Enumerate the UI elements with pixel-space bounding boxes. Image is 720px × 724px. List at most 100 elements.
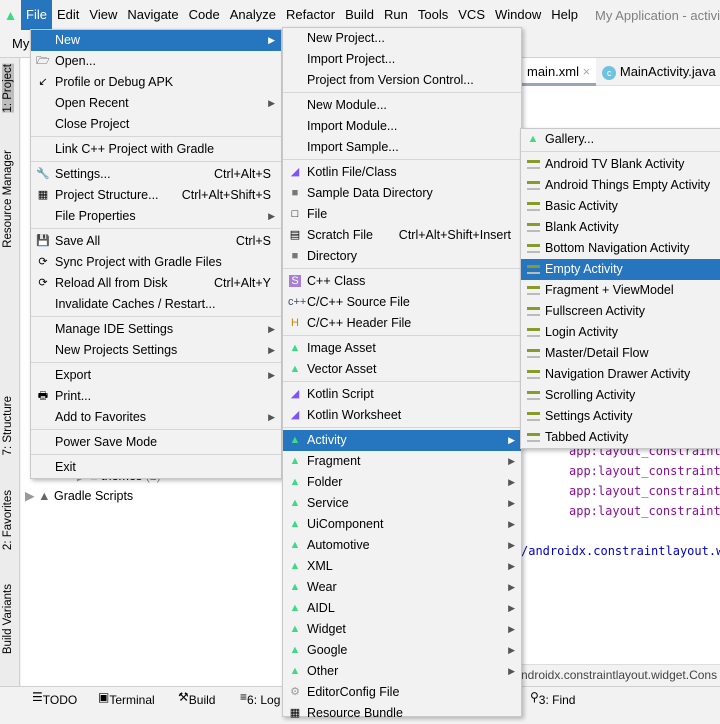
menu-help[interactable]: Help bbox=[546, 0, 583, 30]
tree-item-gradle-scripts[interactable]: ▶ ▲ Gradle Scripts bbox=[25, 488, 133, 503]
new-menu-item-image-asset[interactable]: ▲ Image Asset bbox=[283, 338, 521, 359]
tab-main-activity-java[interactable]: c MainActivity.java bbox=[596, 58, 720, 86]
new-menu-item-project-from-version-control[interactable]: Project from Version Control... bbox=[283, 70, 521, 91]
activity-menu-item-settings-activity[interactable]: Settings Activity bbox=[521, 406, 720, 427]
file-menu-item-link-c-project-with-gradle[interactable]: Link C++ Project with Gradle bbox=[31, 139, 281, 160]
file-menu-item-print[interactable]: 🖶 Print... bbox=[31, 386, 281, 407]
android-icon: ▲ bbox=[289, 581, 301, 593]
menu-view[interactable]: View bbox=[84, 0, 122, 30]
new-menu-item-kotlin-script[interactable]: ◢ Kotlin Script bbox=[283, 384, 521, 405]
menu-tools[interactable]: Tools bbox=[413, 0, 453, 30]
activity-menu-item-empty-activity[interactable]: Empty Activity bbox=[521, 259, 720, 280]
submenu-arrow-icon: ▶ bbox=[508, 561, 515, 571]
activity-menu-item-fragment-viewmodel[interactable]: Fragment + ViewModel bbox=[521, 280, 720, 301]
terminal-button[interactable]: ▣ Terminal bbox=[98, 690, 155, 707]
new-menu-item-vector-asset[interactable]: ▲ Vector Asset bbox=[283, 359, 521, 380]
file-menu-item-profile-or-debug-apk[interactable]: ↙ Profile or Debug APK bbox=[31, 72, 281, 93]
new-menu-item-service[interactable]: ▲ Service ▶ bbox=[283, 493, 521, 514]
activity-menu-item-scrolling-activity[interactable]: Scrolling Activity bbox=[521, 385, 720, 406]
file-menu-item-exit[interactable]: Exit bbox=[31, 457, 281, 478]
new-menu-item-c-c-source-file[interactable]: c++ C/C++ Source File bbox=[283, 292, 521, 313]
new-menu-item-activity[interactable]: ▲ Activity ▶ bbox=[283, 430, 521, 451]
tool-window-project[interactable]: 1: Project bbox=[2, 64, 14, 113]
menu-edit[interactable]: Edit bbox=[52, 0, 84, 30]
menu-refactor[interactable]: Refactor bbox=[281, 0, 340, 30]
new-menu-item-import-module[interactable]: Import Module... bbox=[283, 116, 521, 137]
menu-window[interactable]: Window bbox=[490, 0, 546, 30]
new-menu-item-sample-data-directory[interactable]: ■ Sample Data Directory bbox=[283, 183, 521, 204]
file-menu-item-new-projects-settings[interactable]: New Projects Settings ▶ bbox=[31, 340, 281, 361]
menu-vcs[interactable]: VCS bbox=[453, 0, 490, 30]
activity-menu-item-navigation-drawer-activity[interactable]: Navigation Drawer Activity bbox=[521, 364, 720, 385]
find-button[interactable]: ⚲ 3: Find bbox=[530, 690, 575, 707]
project-breadcrumb[interactable]: My bbox=[12, 36, 29, 51]
new-menu-item-kotlin-worksheet[interactable]: ◢ Kotlin Worksheet bbox=[283, 405, 521, 426]
activity-menu-item-gallery[interactable]: ▲ Gallery... bbox=[521, 129, 720, 150]
new-menu-item-automotive[interactable]: ▲ Automotive ▶ bbox=[283, 535, 521, 556]
new-menu-item-resource-bundle[interactable]: ▦ Resource Bundle bbox=[283, 703, 521, 724]
file-menu-item-project-structure[interactable]: ▦ Project Structure... Ctrl+Alt+Shift+S bbox=[31, 185, 281, 206]
activity-menu-item-master-detail-flow[interactable]: Master/Detail Flow bbox=[521, 343, 720, 364]
tool-window-structure[interactable]: 7: Structure bbox=[2, 396, 14, 455]
new-menu-item-import-sample[interactable]: Import Sample... bbox=[283, 137, 521, 158]
new-menu-item-folder[interactable]: ▲ Folder ▶ bbox=[283, 472, 521, 493]
tool-window-favorites[interactable]: 2: Favorites bbox=[2, 490, 14, 550]
file-menu-item-new[interactable]: New ▶ bbox=[31, 30, 281, 51]
new-menu-item-uicomponent[interactable]: ▲ UiComponent ▶ bbox=[283, 514, 521, 535]
menu-code[interactable]: Code bbox=[184, 0, 225, 30]
activity-menu-item-fullscreen-activity[interactable]: Fullscreen Activity bbox=[521, 301, 720, 322]
new-menu-item-xml[interactable]: ▲ XML ▶ bbox=[283, 556, 521, 577]
file-menu-item-manage-ide-settings[interactable]: Manage IDE Settings ▶ bbox=[31, 319, 281, 340]
new-menu-item-scratch-file[interactable]: ▤ Scratch File Ctrl+Alt+Shift+Insert bbox=[283, 225, 521, 246]
new-menu-item-wear[interactable]: ▲ Wear ▶ bbox=[283, 577, 521, 598]
tool-window-resource-manager[interactable]: Resource Manager bbox=[2, 150, 14, 248]
android-icon: ▲ bbox=[289, 623, 301, 635]
activity-menu-item-blank-activity[interactable]: Blank Activity bbox=[521, 217, 720, 238]
file-menu-item-reload-all-from-disk[interactable]: ⟳ Reload All from Disk Ctrl+Alt+Y bbox=[31, 273, 281, 294]
build-button[interactable]: ⚒ Build bbox=[178, 690, 215, 707]
submenu-arrow-icon: ▶ bbox=[508, 498, 515, 508]
activity-menu-item-android-things-empty-activity[interactable]: Android Things Empty Activity bbox=[521, 175, 720, 196]
tab-main-xml[interactable]: main.xml × bbox=[521, 57, 597, 86]
new-menu-item-google[interactable]: ▲ Google ▶ bbox=[283, 640, 521, 661]
file-menu-item-power-save-mode[interactable]: Power Save Mode bbox=[31, 432, 281, 453]
menu-navigate[interactable]: Navigate bbox=[122, 0, 183, 30]
new-menu-item-fragment[interactable]: ▲ Fragment ▶ bbox=[283, 451, 521, 472]
activity-menu-item-bottom-navigation-activity[interactable]: Bottom Navigation Activity bbox=[521, 238, 720, 259]
new-menu-item-widget[interactable]: ▲ Widget ▶ bbox=[283, 619, 521, 640]
new-menu-item-import-project[interactable]: Import Project... bbox=[283, 49, 521, 70]
menu-build[interactable]: Build bbox=[340, 0, 379, 30]
todo-button[interactable]: ☰ TODO bbox=[32, 690, 77, 707]
tool-window-build-variants[interactable]: Build Variants bbox=[2, 584, 14, 654]
file-menu-item-export[interactable]: Export ▶ bbox=[31, 365, 281, 386]
file-menu-item-invalidate-caches-restart[interactable]: Invalidate Caches / Restart... bbox=[31, 294, 281, 315]
new-menu-item-directory[interactable]: ■ Directory bbox=[283, 246, 521, 267]
new-menu-item-other[interactable]: ▲ Other ▶ bbox=[283, 661, 521, 682]
activity-menu-item-android-tv-blank-activity[interactable]: Android TV Blank Activity bbox=[521, 154, 720, 175]
menu-run[interactable]: Run bbox=[379, 0, 413, 30]
menu-file[interactable]: File bbox=[21, 0, 52, 30]
logcat-button[interactable]: ≡ 6: Log bbox=[240, 690, 280, 707]
submenu-arrow-icon: ▶ bbox=[268, 324, 275, 334]
new-menu-item-aidl[interactable]: ▲ AIDL ▶ bbox=[283, 598, 521, 619]
file-menu-item-add-to-favorites[interactable]: Add to Favorites ▶ bbox=[31, 407, 281, 428]
activity-menu-item-tabbed-activity[interactable]: Tabbed Activity bbox=[521, 427, 720, 448]
new-menu-item-file[interactable]: □ File bbox=[283, 204, 521, 225]
file-menu-item-settings[interactable]: 🔧 Settings... Ctrl+Alt+S bbox=[31, 164, 281, 185]
file-menu-item-file-properties[interactable]: File Properties ▶ bbox=[31, 206, 281, 227]
file-menu-item-save-all[interactable]: 💾 Save All Ctrl+S bbox=[31, 231, 281, 252]
new-menu-item-new-module[interactable]: New Module... bbox=[283, 95, 521, 116]
new-menu-item-editorconfig-file[interactable]: ⚙ EditorConfig File bbox=[283, 682, 521, 703]
activity-menu-item-basic-activity[interactable]: Basic Activity bbox=[521, 196, 720, 217]
new-menu-item-new-project[interactable]: New Project... bbox=[283, 28, 521, 49]
menu-analyze[interactable]: Analyze bbox=[225, 0, 281, 30]
editor-breadcrumb[interactable]: ndroidx.constraintlayout.widget.Cons bbox=[521, 664, 720, 686]
file-menu-item-open[interactable]: 🗁 Open... bbox=[31, 51, 281, 72]
new-menu-item-c-c-header-file[interactable]: H C/C++ Header File bbox=[283, 313, 521, 334]
file-menu-item-close-project[interactable]: Close Project bbox=[31, 114, 281, 135]
file-menu-item-open-recent[interactable]: Open Recent ▶ bbox=[31, 93, 281, 114]
file-menu-item-sync-project-with-gradle-files[interactable]: ⟳ Sync Project with Gradle Files bbox=[31, 252, 281, 273]
new-menu-item-kotlin-file-class[interactable]: ◢ Kotlin File/Class bbox=[283, 162, 521, 183]
new-menu-item-c-class[interactable]: S C++ Class bbox=[283, 271, 521, 292]
activity-menu-item-login-activity[interactable]: Login Activity bbox=[521, 322, 720, 343]
